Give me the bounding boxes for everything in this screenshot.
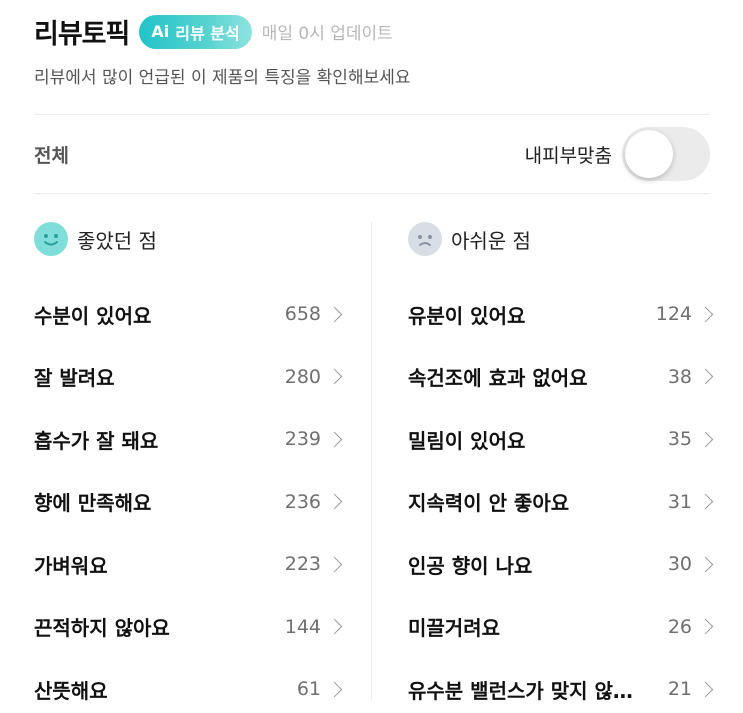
topic-count: 124: [655, 303, 692, 326]
topic-count: 30: [667, 553, 692, 576]
chevron-right-icon: [326, 306, 343, 323]
skin-match-toggle[interactable]: [622, 127, 710, 181]
update-note: 매일 0시 업데이트: [261, 24, 393, 44]
good-topic-row[interactable]: 산뜻해요 61: [34, 658, 343, 713]
topic-label: 지속력이 안 좋아요: [408, 491, 570, 516]
chevron-right-icon: [326, 431, 343, 448]
bad-points-column: 아쉬운 점 유분이 있어요 124 속건조에 효과 없어요 38 밀림이 있어요 35…: [408, 218, 714, 713]
ai-review-badge: Ai 리뷰 분석: [139, 14, 252, 49]
filter-all-tab[interactable]: 전체: [34, 141, 69, 168]
page-title: 리뷰토픽: [34, 19, 130, 50]
chevron-right-icon: [326, 493, 343, 510]
good-points-title: 좋았던 점: [77, 228, 157, 253]
chevron-right-icon: [326, 618, 343, 635]
topic-label: 가벼워요: [34, 553, 108, 578]
bad-topic-row[interactable]: 유수분 밸런스가 맞지 않… 21: [408, 658, 714, 713]
skin-match-toggle-group: 내피부맞춤: [525, 127, 710, 181]
toggle-knob: [625, 130, 673, 178]
chevron-right-icon: [697, 493, 714, 510]
divider: [34, 114, 710, 115]
good-topic-row[interactable]: 잘 발려요 280: [34, 346, 343, 409]
smile-face-icon: [34, 222, 68, 256]
chevron-right-icon: [326, 556, 343, 573]
column-divider: [371, 222, 372, 700]
chevron-right-icon: [697, 556, 714, 573]
topic-label: 유분이 있어요: [408, 303, 526, 328]
good-topic-row[interactable]: 가벼워요 223: [34, 533, 343, 596]
bad-points-header: 아쉬운 점: [408, 218, 711, 260]
bad-topic-row[interactable]: 인공 향이 나요 30: [408, 533, 714, 596]
bad-topic-row[interactable]: 유분이 있어요 124: [408, 283, 714, 346]
topic-count: 31: [667, 490, 692, 513]
bad-topic-row[interactable]: 미끌거려요 26: [408, 596, 714, 659]
bad-points-title: 아쉬운 점: [451, 228, 531, 253]
chevron-right-icon: [697, 306, 714, 323]
chevron-right-icon: [697, 681, 714, 698]
filter-row: 전체 내피부맞춤: [34, 126, 710, 182]
page-subtitle: 리뷰에서 많이 언급된 이 제품의 특징을 확인해보세요: [34, 68, 411, 88]
topic-count: 280: [284, 365, 321, 388]
good-topic-row[interactable]: 향에 만족해요 236: [34, 471, 343, 534]
topic-count: 21: [667, 678, 692, 701]
good-topic-row[interactable]: 수분이 있어요 658: [34, 283, 343, 346]
review-topic-header: 리뷰토픽 Ai 리뷰 분석 매일 0시 업데이트: [34, 12, 393, 51]
skin-match-label: 내피부맞춤: [524, 144, 612, 167]
topic-label: 미끌거려요: [408, 616, 500, 641]
topic-label: 향에 만족해요: [34, 491, 152, 516]
chevron-right-icon: [326, 368, 343, 385]
divider: [34, 193, 710, 194]
topic-label: 밀림이 있어요: [408, 428, 526, 453]
bad-topic-row[interactable]: 밀림이 있어요 35: [408, 408, 714, 471]
bad-points-list: 유분이 있어요 124 속건조에 효과 없어요 38 밀림이 있어요 35 지속력이 …: [408, 283, 714, 713]
good-topic-row[interactable]: 끈적하지 않아요 144: [34, 596, 343, 659]
topic-label: 인공 향이 나요: [408, 553, 533, 578]
good-points-column: 좋았던 점 수분이 있어요 658 잘 발려요 280 흡수가 잘 돼요 239 향에…: [34, 218, 343, 713]
topic-count: 38: [667, 365, 692, 388]
topic-count: 239: [284, 428, 321, 451]
bad-topic-row[interactable]: 지속력이 안 좋아요 31: [408, 471, 714, 534]
sad-face-icon: [408, 222, 442, 256]
topic-count: 61: [296, 678, 321, 701]
good-points-header: 좋았던 점: [34, 218, 340, 260]
topic-count: 144: [284, 615, 321, 638]
chevron-right-icon: [326, 681, 343, 698]
topic-label: 산뜻해요: [34, 678, 108, 703]
topic-label: 흡수가 잘 돼요: [34, 428, 159, 453]
topic-label: 유수분 밸런스가 맞지 않…: [408, 678, 633, 703]
ai-badge-prefix: Ai: [151, 22, 170, 41]
topic-count: 236: [284, 490, 321, 513]
topic-count: 658: [284, 303, 321, 326]
chevron-right-icon: [697, 368, 714, 385]
topic-count: 26: [667, 615, 692, 638]
good-topic-row[interactable]: 흡수가 잘 돼요 239: [34, 408, 343, 471]
chevron-right-icon: [697, 431, 714, 448]
topic-count: 35: [667, 428, 692, 451]
topic-label: 속건조에 효과 없어요: [408, 366, 588, 391]
bad-topic-row[interactable]: 속건조에 효과 없어요 38: [408, 346, 714, 409]
topic-label: 수분이 있어요: [34, 303, 152, 328]
ai-badge-label: 리뷰 분석: [175, 23, 240, 43]
good-points-list: 수분이 있어요 658 잘 발려요 280 흡수가 잘 돼요 239 향에 만족해요 2…: [34, 283, 343, 713]
topic-label: 끈적하지 않아요: [34, 616, 170, 641]
topic-count: 223: [284, 553, 321, 576]
chevron-right-icon: [697, 618, 714, 635]
topic-label: 잘 발려요: [34, 366, 115, 391]
